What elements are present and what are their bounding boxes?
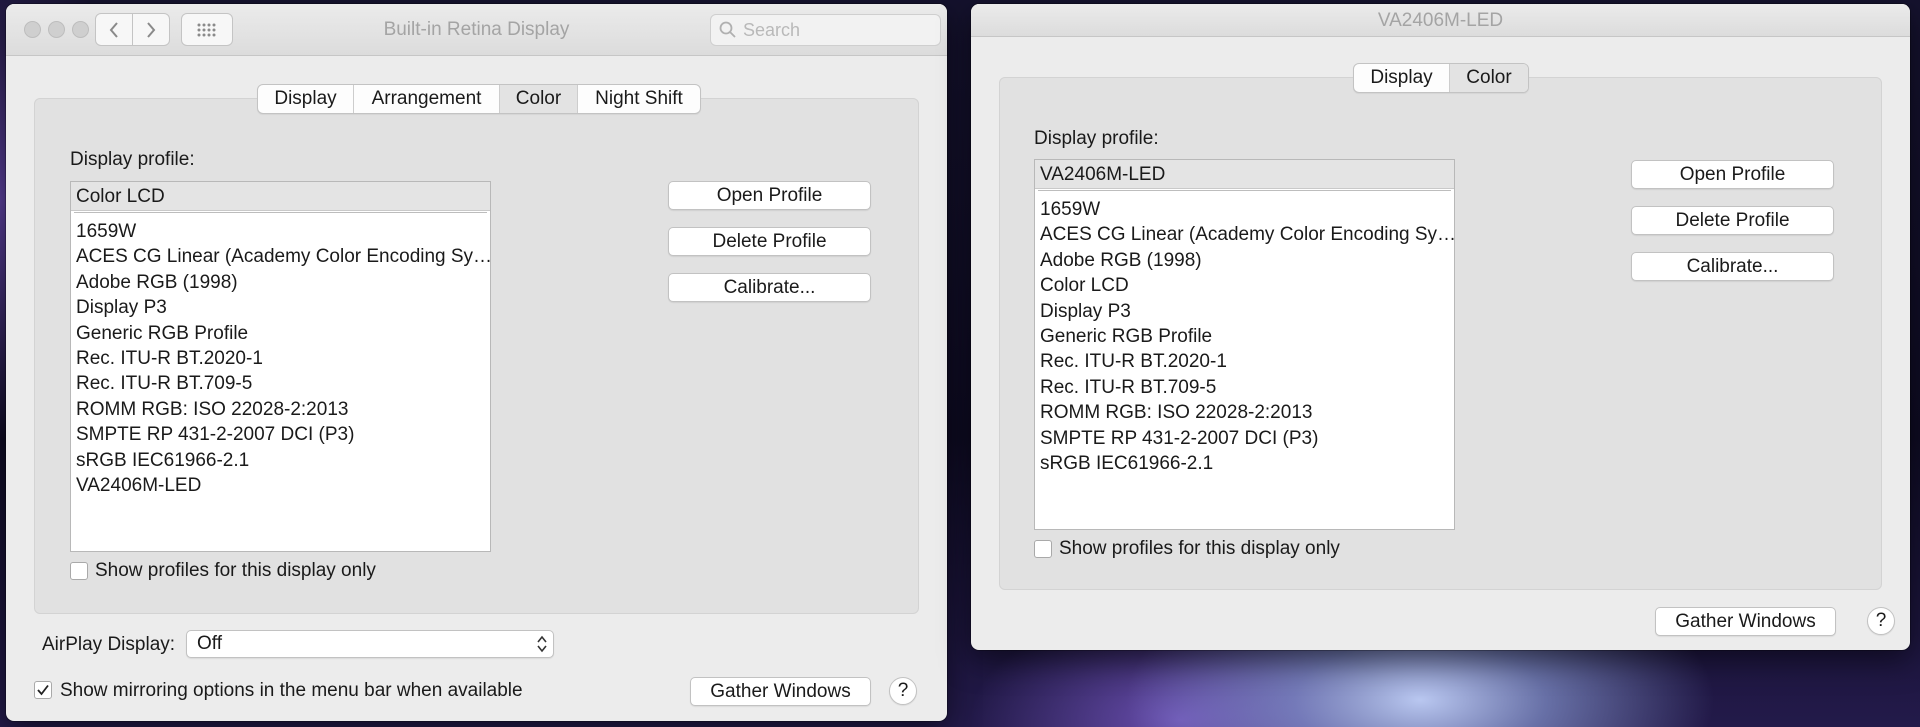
title-bar: Built-in Retina Display Search [6, 4, 947, 56]
list-item[interactable]: VA2406M-LED [71, 473, 490, 498]
list-item[interactable]: Adobe RGB (1998) [1035, 248, 1454, 273]
mirroring-label: Show mirroring options in the menu bar w… [60, 680, 523, 701]
delete-profile-button[interactable]: Delete Profile [668, 227, 871, 256]
gather-windows-button[interactable]: Gather Windows [690, 677, 871, 706]
calibrate-button[interactable]: Calibrate... [668, 273, 871, 302]
list-item[interactable]: SMPTE RP 431-2-2007 DCI (P3) [1035, 426, 1454, 451]
list-separator [1038, 189, 1451, 191]
list-item[interactable]: Display P3 [71, 295, 490, 320]
delete-profile-button[interactable]: Delete Profile [1631, 206, 1834, 235]
airplay-display-select[interactable]: Off [186, 630, 554, 658]
updown-arrows-icon [537, 635, 547, 653]
gather-windows-button[interactable]: Gather Windows [1655, 607, 1836, 636]
list-item[interactable]: ACES CG Linear (Academy Color Encoding S… [71, 244, 490, 269]
list-item[interactable]: Color LCD [1035, 273, 1454, 298]
tab-arrangement[interactable]: Arrangement [354, 85, 500, 113]
list-item[interactable]: Generic RGB Profile [71, 321, 490, 346]
help-button[interactable]: ? [1867, 607, 1895, 635]
list-item[interactable]: sRGB IEC61966-2.1 [1035, 451, 1454, 476]
show-profiles-checkbox[interactable] [1034, 540, 1052, 558]
tab-display[interactable]: Display [1354, 64, 1450, 92]
window-title: VA2406M-LED [1377, 10, 1504, 31]
airplay-display-value: Off [197, 633, 222, 654]
title-bar: VA2406M-LED [971, 4, 1910, 37]
list-item[interactable]: SMPTE RP 431-2-2007 DCI (P3) [71, 422, 490, 447]
list-item[interactable]: ROMM RGB: ISO 22028-2:2013 [1035, 400, 1454, 425]
selected-profile[interactable]: VA2406M-LED [1035, 160, 1454, 189]
profile-list[interactable]: VA2406M-LED 1659W ACES CG Linear (Academ… [1034, 159, 1455, 530]
profile-list[interactable]: Color LCD 1659W ACES CG Linear (Academy … [70, 181, 491, 552]
list-item[interactable]: 1659W [71, 219, 490, 244]
external-display-window: VA2406M-LED Display Color Display profil… [971, 4, 1910, 650]
show-profiles-label: Show profiles for this display only [1059, 538, 1340, 559]
list-item[interactable]: Rec. ITU-R BT.709-5 [71, 371, 490, 396]
tab-color[interactable]: Color [500, 85, 578, 113]
list-item[interactable]: Rec. ITU-R BT.2020-1 [71, 346, 490, 371]
checkmark-icon [37, 684, 49, 696]
list-item[interactable]: Rec. ITU-R BT.709-5 [1035, 375, 1454, 400]
search-input[interactable]: Search [710, 14, 941, 46]
mirroring-checkbox[interactable] [34, 681, 52, 699]
display-profile-label: Display profile: [70, 149, 195, 170]
search-icon [719, 21, 736, 38]
list-item[interactable]: Generic RGB Profile [1035, 324, 1454, 349]
built-in-display-window: Built-in Retina Display Search Display A… [6, 4, 947, 721]
open-profile-button[interactable]: Open Profile [1631, 160, 1834, 189]
help-button[interactable]: ? [889, 677, 917, 705]
list-item[interactable]: ACES CG Linear (Academy Color Encoding S… [1035, 222, 1454, 247]
list-item[interactable]: sRGB IEC61966-2.1 [71, 448, 490, 473]
list-item[interactable]: Rec. ITU-R BT.2020-1 [1035, 349, 1454, 374]
list-item[interactable]: Display P3 [1035, 299, 1454, 324]
calibrate-button[interactable]: Calibrate... [1631, 252, 1834, 281]
display-profile-label: Display profile: [1034, 128, 1159, 149]
open-profile-button[interactable]: Open Profile [668, 181, 871, 210]
list-item[interactable]: ROMM RGB: ISO 22028-2:2013 [71, 397, 490, 422]
list-separator [74, 211, 487, 213]
show-profiles-label: Show profiles for this display only [95, 560, 376, 581]
show-profiles-checkbox[interactable] [70, 562, 88, 580]
selected-profile[interactable]: Color LCD [71, 182, 490, 211]
list-item[interactable]: Adobe RGB (1998) [71, 270, 490, 295]
list-item[interactable]: 1659W [1035, 197, 1454, 222]
search-placeholder: Search [743, 19, 801, 40]
tab-bar: Display Arrangement Color Night Shift [257, 84, 701, 114]
airplay-display-label: AirPlay Display: [42, 634, 176, 655]
tab-display[interactable]: Display [258, 85, 354, 113]
tab-night-shift[interactable]: Night Shift [578, 85, 700, 113]
tab-color[interactable]: Color [1450, 64, 1528, 92]
tab-bar: Display Color [1353, 63, 1529, 93]
